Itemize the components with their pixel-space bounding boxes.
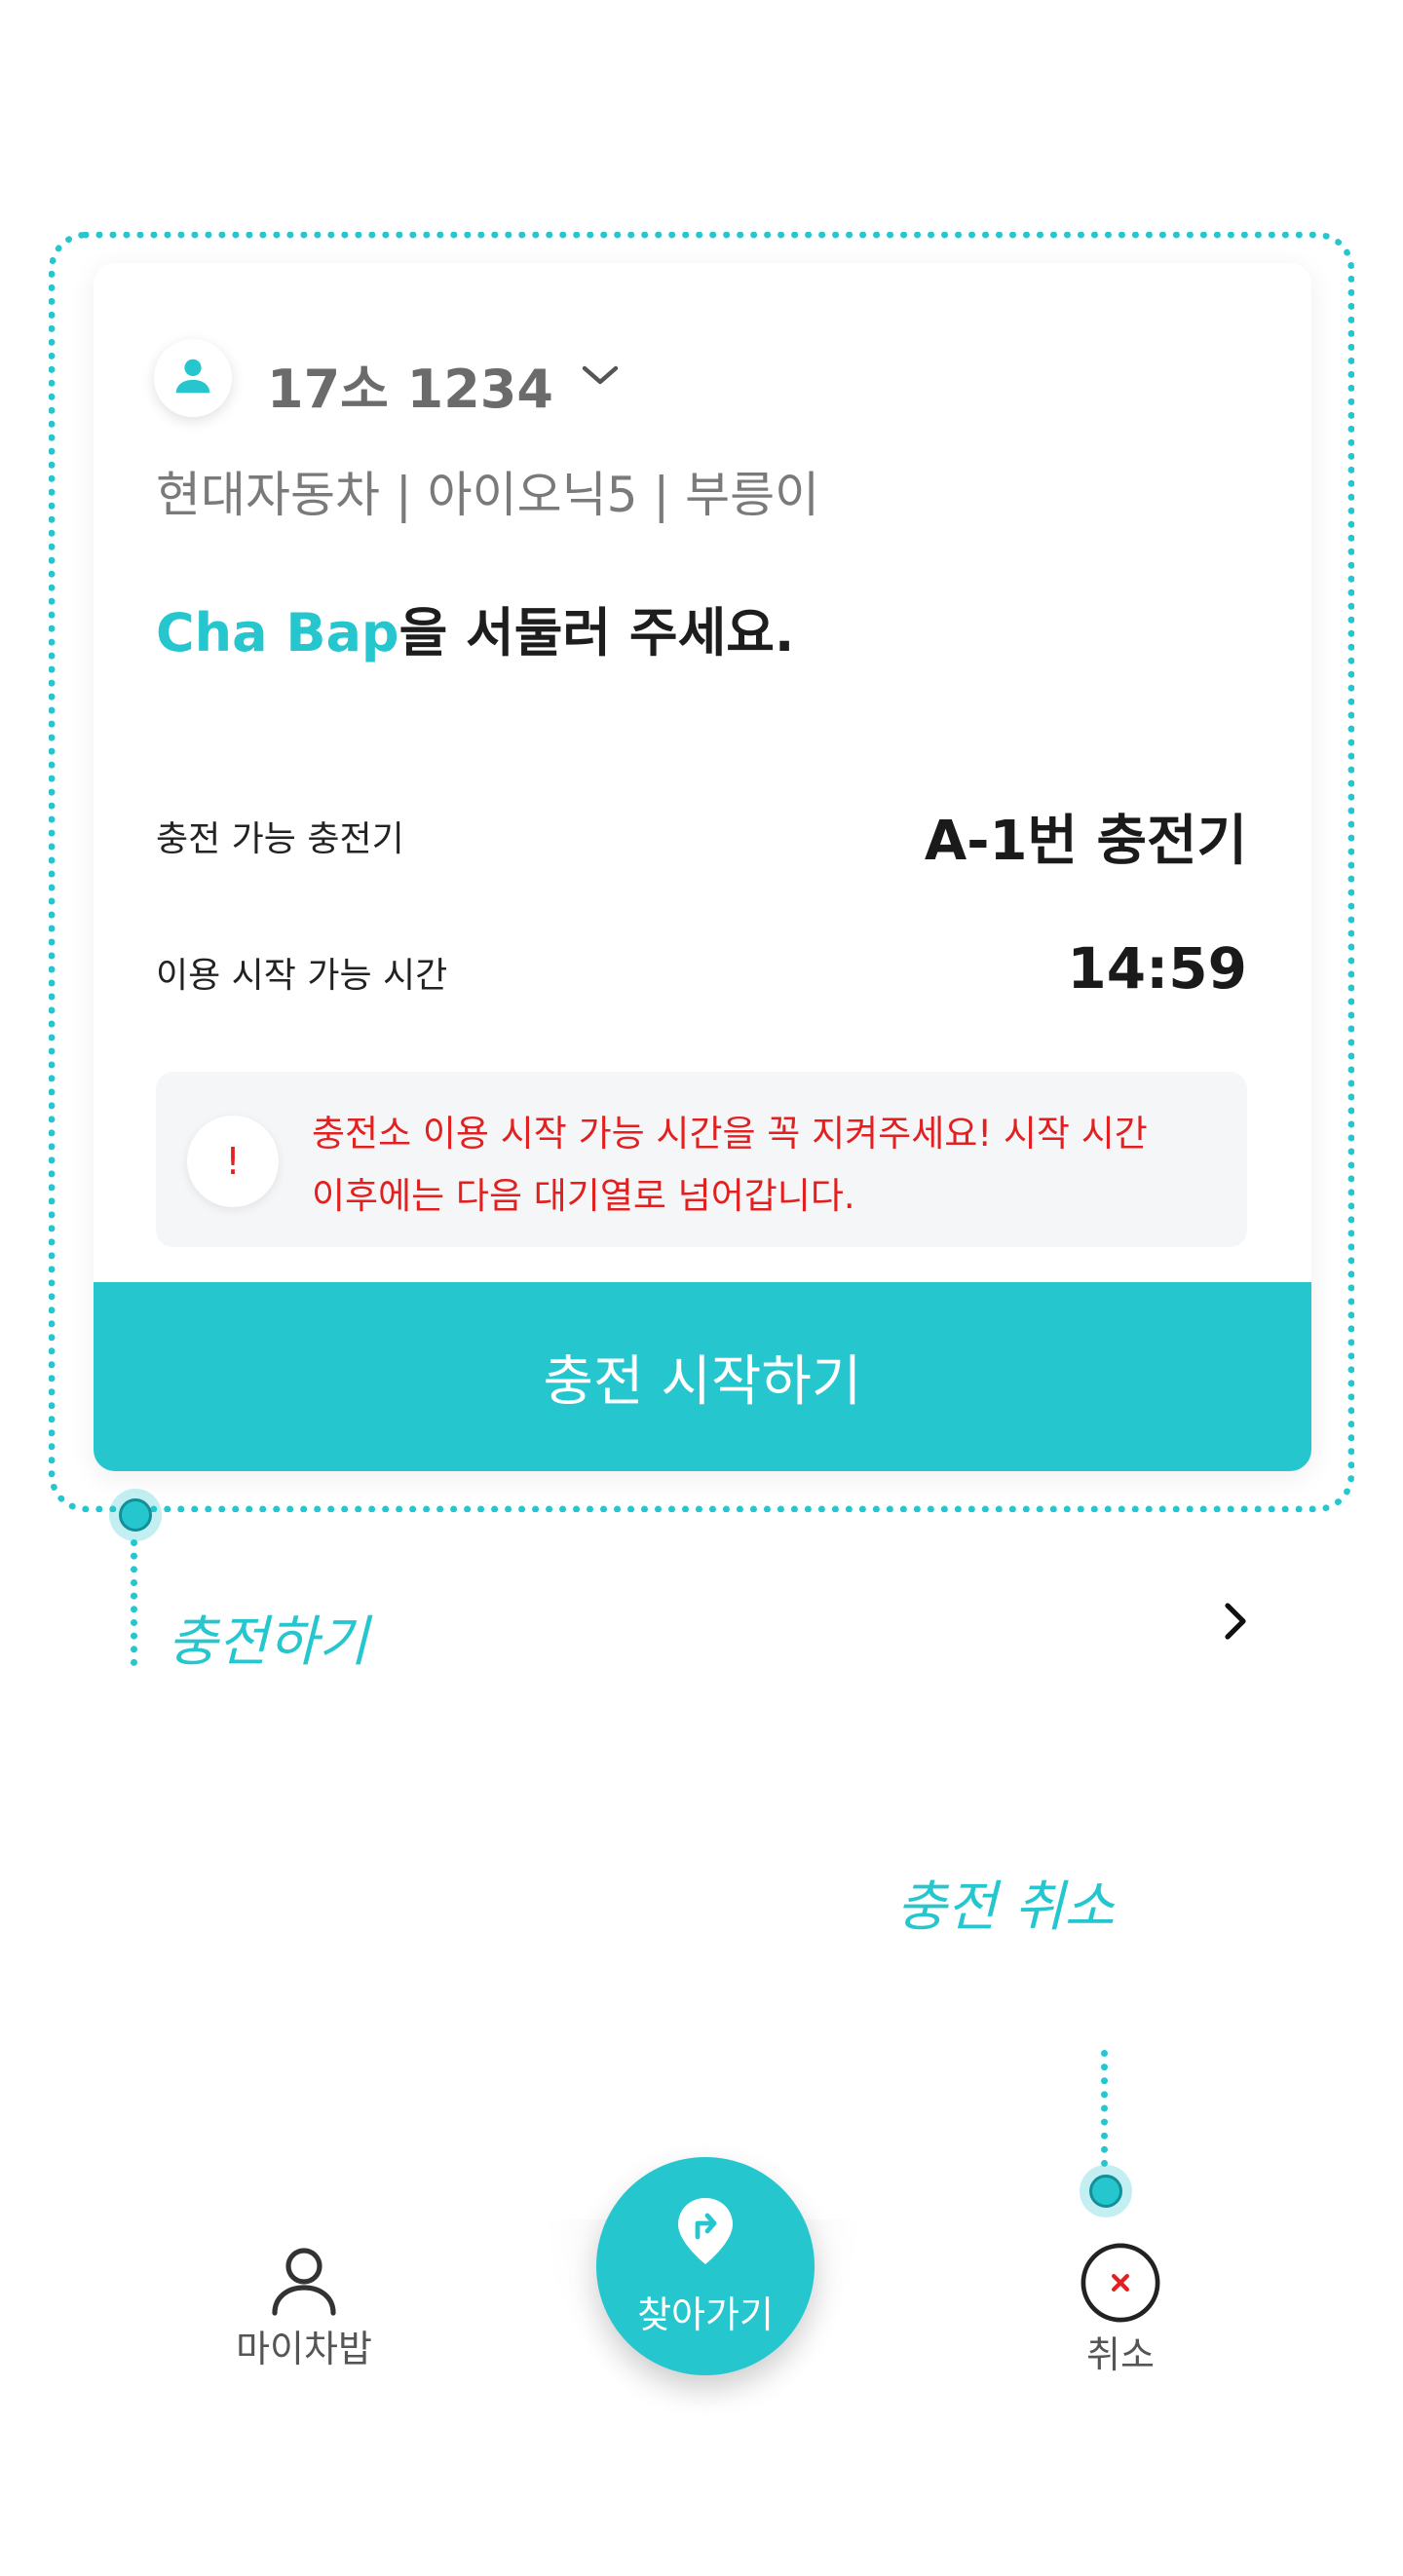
annotation-line-charge bbox=[131, 1539, 137, 1666]
chevron-down-icon[interactable] bbox=[577, 359, 624, 398]
headline: Cha Bap을 서둘러 주세요. bbox=[156, 589, 794, 666]
annotation-dot-charge bbox=[119, 1498, 152, 1532]
nav-item-cancel[interactable]: 취소 bbox=[1033, 2241, 1208, 2378]
start-time-value: 14:59 bbox=[1067, 935, 1247, 1002]
charger-value: A-1번 충전기 bbox=[924, 810, 1247, 873]
warning-text: 충전소 이용 시작 가능 시간을 꼭 지켜주세요! 시작 시간 이후에는 다음 … bbox=[312, 1103, 1228, 1228]
warning-line-1: 충전소 이용 시작 가능 시간을 꼭 지켜주세요! 시작 시간 bbox=[312, 1113, 1148, 1155]
close-circle-icon bbox=[1033, 2241, 1208, 2325]
annotation-charge-label: 충전하기 bbox=[168, 1610, 369, 1674]
nav-item-cancel-label: 취소 bbox=[1086, 2333, 1155, 2376]
annotation-cancel-label: 충전 취소 bbox=[896, 1875, 1115, 1939]
start-charging-button[interactable]: 충전 시작하기 bbox=[94, 1282, 1311, 1471]
find-route-label: 찾아가기 bbox=[637, 2293, 774, 2336]
license-plate: 17소 1234 bbox=[267, 359, 553, 420]
vehicle-avatar bbox=[154, 339, 232, 417]
annotation-dot-cancel bbox=[1089, 2175, 1122, 2208]
charger-label: 충전 가능 충전기 bbox=[156, 819, 404, 859]
annotation-line-cancel bbox=[1101, 2050, 1108, 2167]
find-route-button[interactable]: 찾아가기 bbox=[596, 2157, 815, 2375]
user-outline-icon bbox=[216, 2241, 392, 2319]
vehicle-info: 현대자동차 | 아이오닉5 | 부릉이 bbox=[156, 467, 820, 523]
nav-item-my-label: 마이차밥 bbox=[236, 2328, 372, 2370]
brand-name: Cha Bap bbox=[156, 602, 399, 663]
headline-text: 을 서둘러 주세요. bbox=[398, 602, 795, 663]
nav-item-my[interactable]: 마이차밥 bbox=[216, 2241, 392, 2372]
person-icon bbox=[171, 354, 215, 402]
start-time-label: 이용 시작 가능 시간 bbox=[156, 956, 448, 996]
warning-line-2: 이후에는 다음 대기열로 넘어갑니다. bbox=[312, 1175, 855, 1217]
chevron-right-icon[interactable] bbox=[1216, 1598, 1255, 1648]
location-pin-turn-icon bbox=[672, 2194, 739, 2271]
warning-icon: ! bbox=[187, 1116, 279, 1207]
